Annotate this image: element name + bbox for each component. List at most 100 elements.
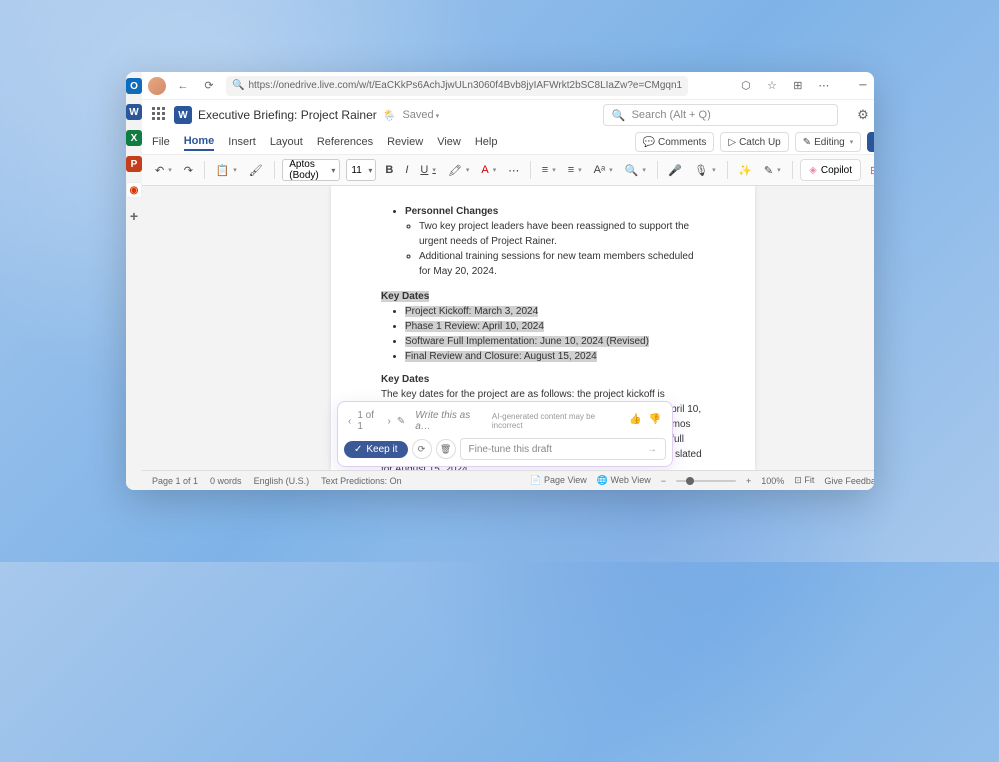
copilot-draft-card: ‹ 1 of 1 › ✎ Write this as a… AI-generat…: [337, 401, 673, 467]
regenerate-icon[interactable]: ⟳: [412, 439, 432, 459]
bullet-item: Two key project leaders have been reassi…: [419, 219, 705, 249]
zoom-out[interactable]: −: [661, 476, 666, 486]
fit-button[interactable]: ⊡ Fit: [794, 475, 814, 486]
redo-button[interactable]: ↷: [181, 162, 196, 179]
discard-icon[interactable]: 🗑: [436, 439, 456, 459]
web-view-button[interactable]: 🌐 Web View: [597, 475, 651, 486]
find-button[interactable]: 🔍▾: [622, 162, 649, 179]
url-text: https://onedrive.live.com/w/t/EaCKkPs6Ac…: [248, 80, 682, 91]
favorite-icon[interactable]: ☆: [764, 78, 780, 94]
add-app-icon[interactable]: +: [126, 208, 142, 224]
status-bar: Page 1 of 1 0 words English (U.S.) Text …: [142, 470, 874, 490]
tab-file[interactable]: File: [152, 134, 170, 150]
editor-button[interactable]: ✎▾: [761, 162, 784, 179]
format-painter[interactable]: 🖌: [246, 162, 266, 179]
styles-button[interactable]: Aᵃ▾: [591, 162, 616, 178]
bullet-item: Phase 1 Review: April 10, 2024: [405, 321, 544, 332]
thumbs-up-icon[interactable]: 👍: [629, 414, 642, 428]
page-indicator[interactable]: Page 1 of 1: [152, 476, 198, 486]
heading-keydates: Key Dates: [381, 291, 429, 302]
keep-it-button[interactable]: ✓ Keep it: [344, 441, 408, 458]
copilot-next[interactable]: ›: [387, 416, 390, 427]
highlight-button[interactable]: 🖍▾: [445, 162, 472, 179]
tab-references[interactable]: References: [317, 134, 373, 150]
lock-icon: 🔍: [232, 80, 244, 91]
word-count[interactable]: 0 words: [210, 476, 242, 486]
editing-button[interactable]: ✎ Editing ▾: [795, 132, 861, 152]
left-rail: O W X P ◉ +: [126, 72, 142, 490]
send-icon[interactable]: →: [647, 444, 657, 455]
voice-button[interactable]: 🎙▾: [691, 162, 718, 179]
undo-button[interactable]: ↶▾: [152, 162, 175, 179]
paste-button[interactable]: 📋▾: [213, 162, 240, 179]
tab-view[interactable]: View: [437, 134, 461, 150]
zoom-slider[interactable]: [676, 480, 736, 482]
url-bar[interactable]: 🔍 https://onedrive.live.com/w/t/EaCKkPs6…: [226, 76, 688, 96]
powerpoint-rail-icon[interactable]: P: [126, 156, 142, 172]
italic-button[interactable]: I: [402, 162, 411, 178]
pencil-icon: ✎: [397, 416, 405, 427]
document-title[interactable]: Executive Briefing: Project Rainer: [198, 108, 377, 122]
ribbon-tabs: File Home Insert Layout References Revie…: [142, 130, 874, 154]
app-header: W Executive Briefing: Project Rainer 🌦️ …: [142, 100, 874, 130]
heading-keydates-2: Key Dates: [381, 372, 705, 387]
save-status[interactable]: Saved▾: [402, 109, 439, 121]
app-window: O W X P ◉ + ← ⟳ 🔍 https://onedrive.live.…: [126, 72, 874, 490]
ai-disclaimer: AI-generated content may be incorrect: [492, 412, 623, 430]
minimize-button[interactable]: ─: [848, 72, 874, 100]
tab-layout[interactable]: Layout: [270, 134, 303, 150]
page-view-button[interactable]: 📄 Page View: [530, 475, 587, 486]
copilot-prev[interactable]: ‹: [348, 416, 351, 427]
ribbon-toolbar: ↶▾ ↷ 📋▾ 🖌 Aptos (Body) 11 B I U▾ 🖍▾ A▾ ⋯…: [142, 154, 874, 186]
bold-button[interactable]: B: [382, 162, 396, 178]
comments-button[interactable]: 💬 Comments: [635, 132, 715, 152]
search-placeholder: Search (Alt + Q): [632, 109, 711, 121]
bullet-item: Software Full Implementation: June 10, 2…: [405, 336, 649, 347]
font-size-select[interactable]: 11: [346, 159, 376, 181]
font-color-button[interactable]: A▾: [478, 162, 499, 178]
align-button[interactable]: ≡▾: [565, 162, 585, 178]
language-indicator[interactable]: English (U.S.): [254, 476, 310, 486]
back-button[interactable]: ←: [174, 77, 192, 95]
share-button[interactable]: 🔗 Share ▾: [867, 132, 874, 152]
thumbs-down-icon[interactable]: 👎: [649, 414, 662, 428]
bullet-item: Final Review and Closure: August 15, 202…: [405, 351, 597, 362]
tab-review[interactable]: Review: [387, 134, 423, 150]
outlook-icon[interactable]: O: [126, 78, 142, 94]
underline-button[interactable]: U▾: [417, 162, 438, 178]
tab-home[interactable]: Home: [184, 133, 215, 151]
more-browser-icon[interactable]: ⋯: [816, 78, 832, 94]
shopping-icon[interactable]: ⬡: [738, 78, 754, 94]
search-input[interactable]: 🔍 Search (Alt + Q): [603, 104, 838, 126]
tab-insert[interactable]: Insert: [228, 134, 256, 150]
profile-avatar-small[interactable]: [148, 77, 166, 95]
more-font-icon[interactable]: ⋯: [505, 162, 522, 179]
dictate-button[interactable]: 🎤: [665, 162, 685, 179]
copilot-hint[interactable]: Write this as a…: [415, 410, 486, 432]
excel-rail-icon[interactable]: X: [126, 130, 142, 146]
refresh-button[interactable]: ⟳: [200, 77, 218, 95]
designer-button[interactable]: ✨: [735, 162, 755, 179]
font-select[interactable]: Aptos (Body): [282, 159, 340, 181]
search-icon: 🔍: [612, 109, 626, 122]
heading-personnel: Personnel Changes: [405, 204, 705, 219]
tab-help[interactable]: Help: [475, 134, 498, 150]
copilot-page-count: 1 of 1: [357, 410, 381, 432]
zoom-in[interactable]: +: [746, 476, 751, 486]
document-canvas[interactable]: Personnel Changes Two key project leader…: [142, 186, 874, 470]
word-app-icon[interactable]: W: [174, 106, 192, 124]
app-rail-icon[interactable]: ◉: [126, 182, 142, 198]
word-rail-icon[interactable]: W: [126, 104, 142, 120]
feedback-link[interactable]: Give Feedback to Microsoft: [824, 476, 874, 486]
copilot-finetune-input[interactable]: Fine-tune this draft →: [460, 438, 666, 460]
app-launcher-icon[interactable]: [152, 107, 168, 123]
main-area: ← ⟳ 🔍 https://onedrive.live.com/w/t/EaCK…: [142, 72, 874, 490]
catchup-button[interactable]: ▷ Catch Up: [720, 132, 788, 152]
table-button[interactable]: ⊞▾: [867, 162, 874, 179]
copilot-button[interactable]: ◈Copilot: [800, 159, 861, 181]
collections-icon[interactable]: ⊞: [790, 78, 806, 94]
bullets-button[interactable]: ≡▾: [539, 162, 559, 178]
settings-icon[interactable]: ⚙: [854, 106, 872, 124]
text-predictions[interactable]: Text Predictions: On: [321, 476, 402, 486]
zoom-level[interactable]: 100%: [761, 476, 784, 486]
